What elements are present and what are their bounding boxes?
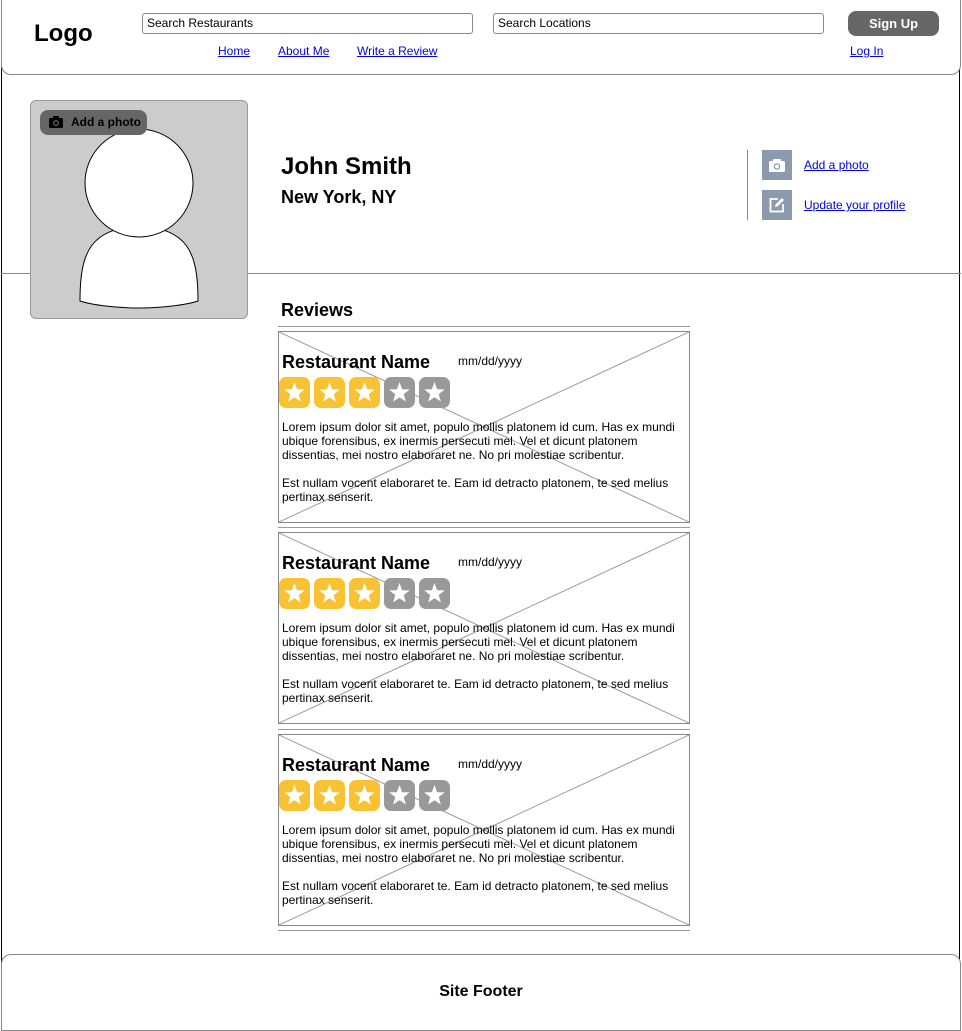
review-paragraph: Est nullam vocent elaboraret te. Eam id … xyxy=(282,879,669,907)
review-card: Restaurant Name mm/dd/yyyy Lorem ipsum dol… xyxy=(278,532,690,724)
review-restaurant-name[interactable]: Restaurant Name xyxy=(282,553,430,574)
camera-icon xyxy=(49,116,63,128)
footer-text: Site Footer xyxy=(439,983,523,1000)
update-profile-link[interactable]: Update your profile xyxy=(804,198,905,212)
review-date: mm/dd/yyyy xyxy=(458,354,523,368)
profile-name: John Smith xyxy=(281,153,412,180)
star-icon xyxy=(279,780,310,811)
add-photo-overlay-label: Add a photo xyxy=(71,115,141,129)
nav-home-link[interactable]: Home xyxy=(218,44,250,58)
search-restaurants-input[interactable]: Search Restaurants xyxy=(142,13,473,34)
star-icon xyxy=(279,578,310,609)
star-icon xyxy=(279,377,310,408)
star-icon xyxy=(314,578,345,609)
site-header: Logo Search Restaurants Search Locations… xyxy=(1,0,961,75)
logo[interactable]: Logo xyxy=(34,20,93,48)
review-paragraph: Lorem ipsum dolor sit amet, populo molli… xyxy=(282,420,675,462)
review-restaurant-name[interactable]: Restaurant Name xyxy=(282,755,430,776)
star-icon xyxy=(349,578,380,609)
review-body: Lorem ipsum dolor sit amet, populo molli… xyxy=(282,420,684,518)
star-icon xyxy=(419,377,450,408)
review-card: Restaurant Name mm/dd/yyyy Lorem ipsum dol… xyxy=(278,331,690,523)
add-photo-overlay-button[interactable]: Add a photo xyxy=(40,110,147,135)
review-rule xyxy=(278,930,690,931)
log-in-link[interactable]: Log In xyxy=(850,44,883,58)
profile-location: New York, NY xyxy=(281,187,397,207)
actions-separator xyxy=(747,150,748,220)
edit-icon xyxy=(769,198,784,213)
add-photo-action-icon[interactable] xyxy=(762,150,792,180)
camera-icon xyxy=(769,159,785,172)
star-icon xyxy=(384,377,415,408)
star-icon xyxy=(314,377,345,408)
nav-about-me-link[interactable]: About Me xyxy=(278,44,329,58)
review-card: Restaurant Name mm/dd/yyyy Lorem ipsum dol… xyxy=(278,734,690,926)
review-body: Lorem ipsum dolor sit amet, populo molli… xyxy=(282,621,684,719)
star-icon xyxy=(419,578,450,609)
review-rule xyxy=(278,527,690,528)
review-date: mm/dd/yyyy xyxy=(458,555,523,569)
review-paragraph: Lorem ipsum dolor sit amet, populo molli… xyxy=(282,823,675,865)
review-paragraph: Est nullam vocent elaboraret te. Eam id … xyxy=(282,677,669,705)
update-profile-action-icon[interactable] xyxy=(762,190,792,220)
star-icon xyxy=(419,780,450,811)
reviews-top-rule xyxy=(278,326,690,327)
star-icon xyxy=(384,780,415,811)
review-restaurant-name[interactable]: Restaurant Name xyxy=(282,352,430,373)
review-date: mm/dd/yyyy xyxy=(458,757,523,771)
review-paragraph: Lorem ipsum dolor sit amet, populo molli… xyxy=(282,621,675,663)
star-icon xyxy=(349,377,380,408)
star-icon xyxy=(384,578,415,609)
review-paragraph: Est nullam vocent elaboraret te. Eam id … xyxy=(282,476,669,504)
review-body: Lorem ipsum dolor sit amet, populo molli… xyxy=(282,823,684,921)
star-icon xyxy=(349,780,380,811)
site-footer: Site Footer xyxy=(1,954,961,1031)
sign-up-button[interactable]: Sign Up xyxy=(848,11,939,36)
nav-write-review-link[interactable]: Write a Review xyxy=(357,44,437,58)
star-icon xyxy=(314,780,345,811)
add-photo-link[interactable]: Add a photo xyxy=(804,158,869,172)
review-rule xyxy=(278,729,690,730)
search-locations-input[interactable]: Search Locations xyxy=(493,13,824,34)
reviews-heading: Reviews xyxy=(281,300,354,320)
